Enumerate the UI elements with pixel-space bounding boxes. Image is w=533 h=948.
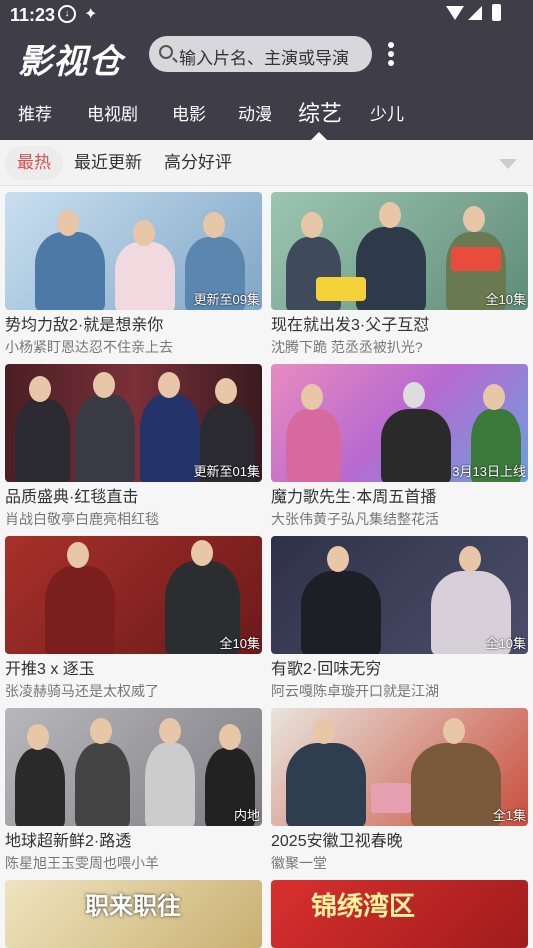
tab-tv[interactable]: 电视剧 — [87, 100, 138, 125]
search-placeholder: 输入片名、主演或导演 — [179, 49, 349, 68]
category-tabs: 推荐 电视剧 电影 动漫 综艺 少儿 — [0, 90, 533, 140]
video-thumbnail: 更新至01集 — [5, 364, 262, 482]
signal-icon — [468, 6, 482, 20]
filter-top-rated[interactable]: 高分好评 — [152, 146, 244, 180]
video-card[interactable]: 更新至09集 势均力敌2·就是想亲你 小杨紧盯恩达忍不住亲上去 — [5, 192, 262, 357]
card-subtitle: 阿云嘎陈卓璇开口就是江湖 — [271, 683, 439, 699]
card-subtitle: 陈星旭王玉雯周也喂小羊 — [5, 855, 159, 871]
bug-icon: ✦ — [84, 6, 98, 23]
card-title: 开推3 x 逐玉 — [5, 661, 95, 678]
filter-bar: 最热 最近更新 高分好评 — [0, 140, 533, 186]
video-card[interactable]: 内地 地球超新鲜2·路透 陈星旭王玉雯周也喂小羊 — [5, 708, 262, 873]
episode-badge: 全10集 — [485, 636, 526, 651]
battery-icon — [492, 4, 501, 21]
more-vertical-icon[interactable] — [384, 42, 398, 68]
card-title: 品质盛典·红毯直击 — [5, 489, 139, 506]
release-badge: 3月13日上线 — [452, 464, 526, 479]
video-thumbnail: 全10集 — [5, 536, 262, 654]
video-thumbnail: 更新至09集 — [5, 192, 262, 310]
video-thumbnail: 全1集 — [271, 708, 528, 826]
card-title: 有歌2·回味无穷 — [271, 661, 382, 678]
video-thumbnail: 锦绣湾区 — [271, 880, 528, 948]
wifi-icon — [446, 6, 464, 20]
region-badge: 内地 — [233, 808, 260, 823]
card-title: 地球超新鲜2·路透 — [5, 833, 132, 850]
search-input[interactable]: 输入片名、主演或导演 — [149, 36, 372, 72]
thumbnail-logo-text: 职来职往 — [85, 893, 181, 920]
card-title: 现在就出发3·父子互怼 — [271, 317, 430, 334]
video-card[interactable]: 全10集 有歌2·回味无穷 阿云嘎陈卓璇开口就是江湖 — [271, 536, 528, 701]
video-card[interactable]: 锦绣湾区 — [271, 880, 528, 948]
chevron-down-icon[interactable] — [499, 159, 517, 169]
episode-badge: 全10集 — [485, 292, 526, 307]
video-card[interactable]: 3月13日上线 魔力歌先生·本周五首播 大张伟黄子弘凡集结整花活 — [271, 364, 528, 529]
video-thumbnail: 内地 — [5, 708, 262, 826]
video-card[interactable]: 全10集 现在就出发3·父子互怼 沈腾下跪 范丞丞被扒光? — [271, 192, 528, 357]
tab-kids[interactable]: 少儿 — [370, 100, 404, 125]
video-thumbnail: 全10集 — [271, 192, 528, 310]
video-thumbnail: 全10集 — [271, 536, 528, 654]
download-icon: ↓ — [58, 5, 76, 23]
card-title: 势均力敌2·就是想亲你 — [5, 317, 164, 334]
video-thumbnail: 3月13日上线 — [271, 364, 528, 482]
status-bar: 11:23 ↓ ✦ — [0, 0, 533, 30]
episode-badge: 更新至01集 — [193, 464, 260, 479]
card-subtitle: 大张伟黄子弘凡集结整花活 — [271, 511, 439, 527]
card-subtitle: 张凌赫骑马还是太权威了 — [5, 683, 159, 699]
video-card[interactable]: 全1集 2025安徽卫视春晚 徽聚一堂 — [271, 708, 528, 873]
filter-hot[interactable]: 最热 — [5, 146, 63, 180]
episode-badge: 全1集 — [492, 808, 526, 823]
tab-movie[interactable]: 电影 — [172, 100, 206, 125]
video-thumbnail: 职来职往 — [5, 880, 262, 948]
tab-recommend[interactable]: 推荐 — [18, 100, 52, 125]
status-time: 11:23 — [10, 5, 56, 25]
app-logo[interactable]: 影视仓 — [18, 34, 123, 83]
card-subtitle: 徽聚一堂 — [271, 855, 327, 871]
card-title: 2025安徽卫视春晚 — [271, 833, 403, 850]
card-title: 魔力歌先生·本周五首播 — [271, 489, 437, 506]
video-card[interactable]: 职来职往 — [5, 880, 262, 948]
card-subtitle: 沈腾下跪 范丞丞被扒光? — [271, 339, 423, 355]
search-icon — [159, 45, 173, 59]
thumbnail-logo-text: 锦绣湾区 — [311, 891, 416, 921]
tab-anime[interactable]: 动漫 — [238, 100, 272, 125]
tab-variety[interactable]: 综艺 — [298, 96, 342, 128]
episode-badge: 更新至09集 — [193, 292, 260, 307]
video-card[interactable]: 更新至01集 品质盛典·红毯直击 肖战白敬亭白鹿亮相红毯 — [5, 364, 262, 529]
card-subtitle: 小杨紧盯恩达忍不住亲上去 — [5, 339, 173, 355]
video-card[interactable]: 全10集 开推3 x 逐玉 张凌赫骑马还是太权威了 — [5, 536, 262, 701]
app-header: 11:23 ↓ ✦ 影视仓 输入片名、主演或导演 推荐 电视剧 电影 动漫 综艺… — [0, 0, 533, 140]
active-tab-indicator — [311, 132, 327, 140]
card-subtitle: 肖战白敬亭白鹿亮相红毯 — [5, 511, 159, 527]
episode-badge: 全10集 — [219, 636, 260, 651]
filter-latest[interactable]: 最近更新 — [62, 146, 154, 180]
